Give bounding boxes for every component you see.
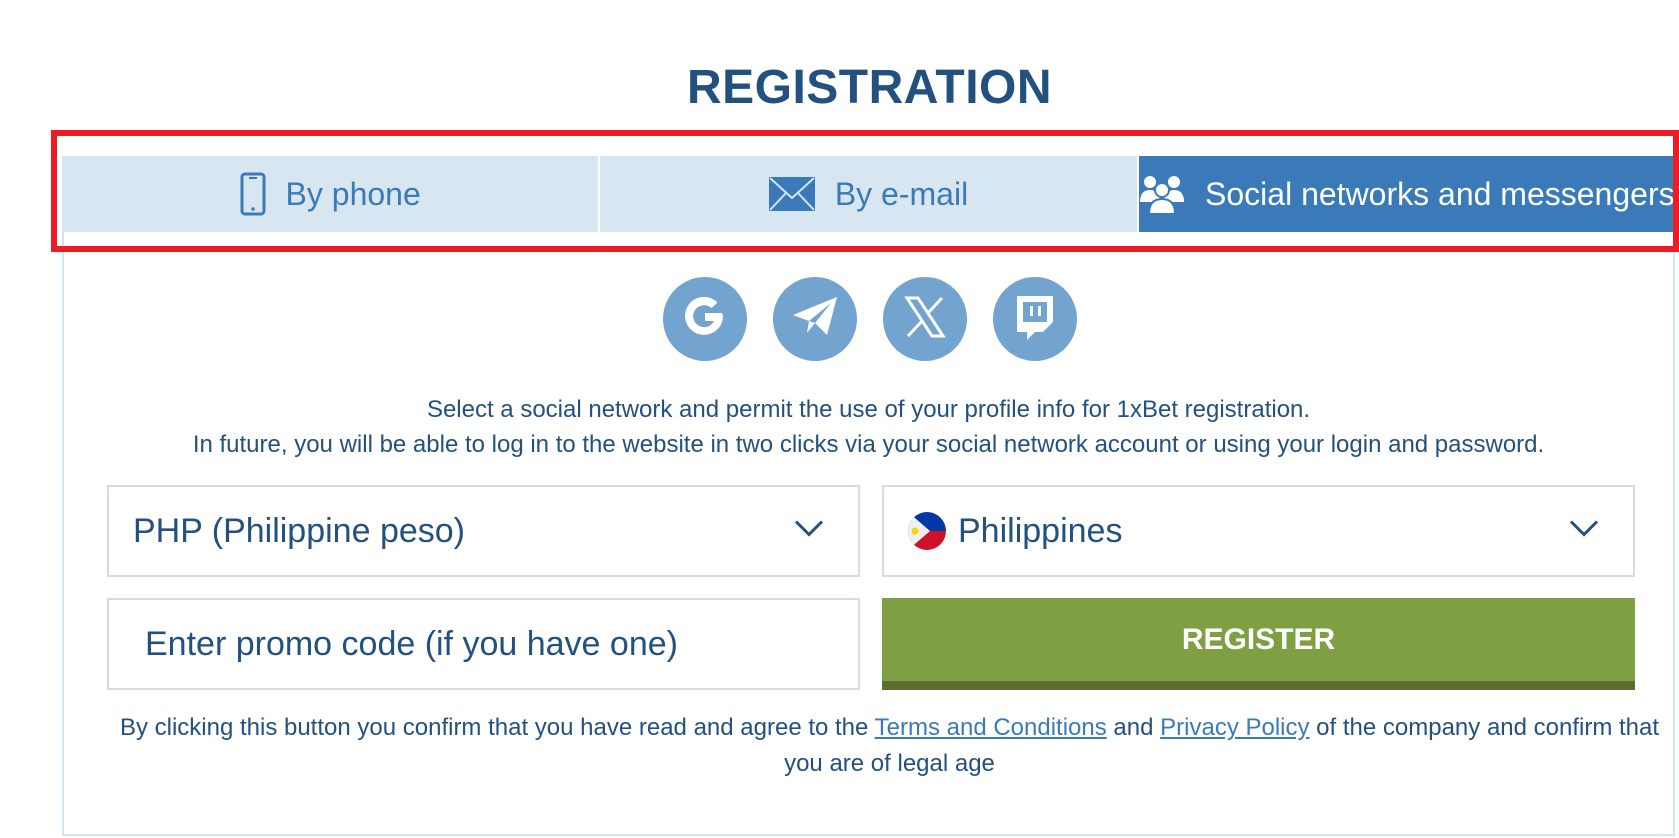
terms-prefix: By clicking this button you confirm that… [119, 714, 875, 741]
terms-and: and [1106, 714, 1161, 741]
x-button[interactable] [882, 277, 967, 361]
info-line-1: Select a social network and permit the u… [426, 396, 1311, 423]
google-icon [680, 292, 730, 347]
promo-code-input[interactable] [143, 623, 827, 665]
telegram-icon [791, 295, 839, 344]
google-button[interactable] [662, 277, 747, 361]
currency-select[interactable]: PHP (Philippine peso) [107, 485, 860, 577]
social-buttons [0, 277, 1679, 361]
tab-by-phone[interactable]: By phone [62, 156, 599, 232]
registration-page: REGISTRATION By phone By e-mail Social n… [0, 0, 1679, 838]
chevron-down-icon [794, 520, 824, 543]
social-info-text: Select a social network and permit the u… [62, 392, 1675, 462]
chevron-down-icon [1569, 520, 1599, 543]
x-icon [903, 295, 947, 344]
registration-tabs: By phone By e-mail Social networks and m… [62, 156, 1675, 232]
tab-label: By e-mail [834, 175, 969, 212]
terms-notice: By clicking this button you confirm that… [100, 710, 1679, 782]
terms-and-conditions-link[interactable]: Terms and Conditions [875, 714, 1107, 741]
privacy-policy-link[interactable]: Privacy Policy [1160, 714, 1309, 741]
promo-code-field[interactable] [107, 598, 860, 690]
phone-icon [240, 172, 266, 216]
twitch-button[interactable] [992, 277, 1077, 361]
twitch-icon [1013, 294, 1057, 345]
currency-value: PHP (Philippine peso) [133, 511, 465, 550]
envelope-icon [768, 177, 815, 211]
telegram-button[interactable] [772, 277, 857, 361]
tab-social-networks[interactable]: Social networks and messengers [1136, 156, 1675, 232]
tab-label: By phone [285, 175, 421, 212]
page-title: REGISTRATION [686, 61, 1053, 114]
info-line-2: In future, you will be able to log in to… [192, 431, 1545, 458]
tab-by-email[interactable]: By e-mail [598, 156, 1137, 232]
country-select[interactable]: Philippines [882, 485, 1635, 577]
philippines-flag-icon [908, 512, 946, 550]
country-value: Philippines [958, 511, 1123, 550]
register-button[interactable]: REGISTER [882, 598, 1635, 690]
users-icon [1139, 174, 1185, 214]
tab-label: Social networks and messengers [1205, 175, 1675, 212]
